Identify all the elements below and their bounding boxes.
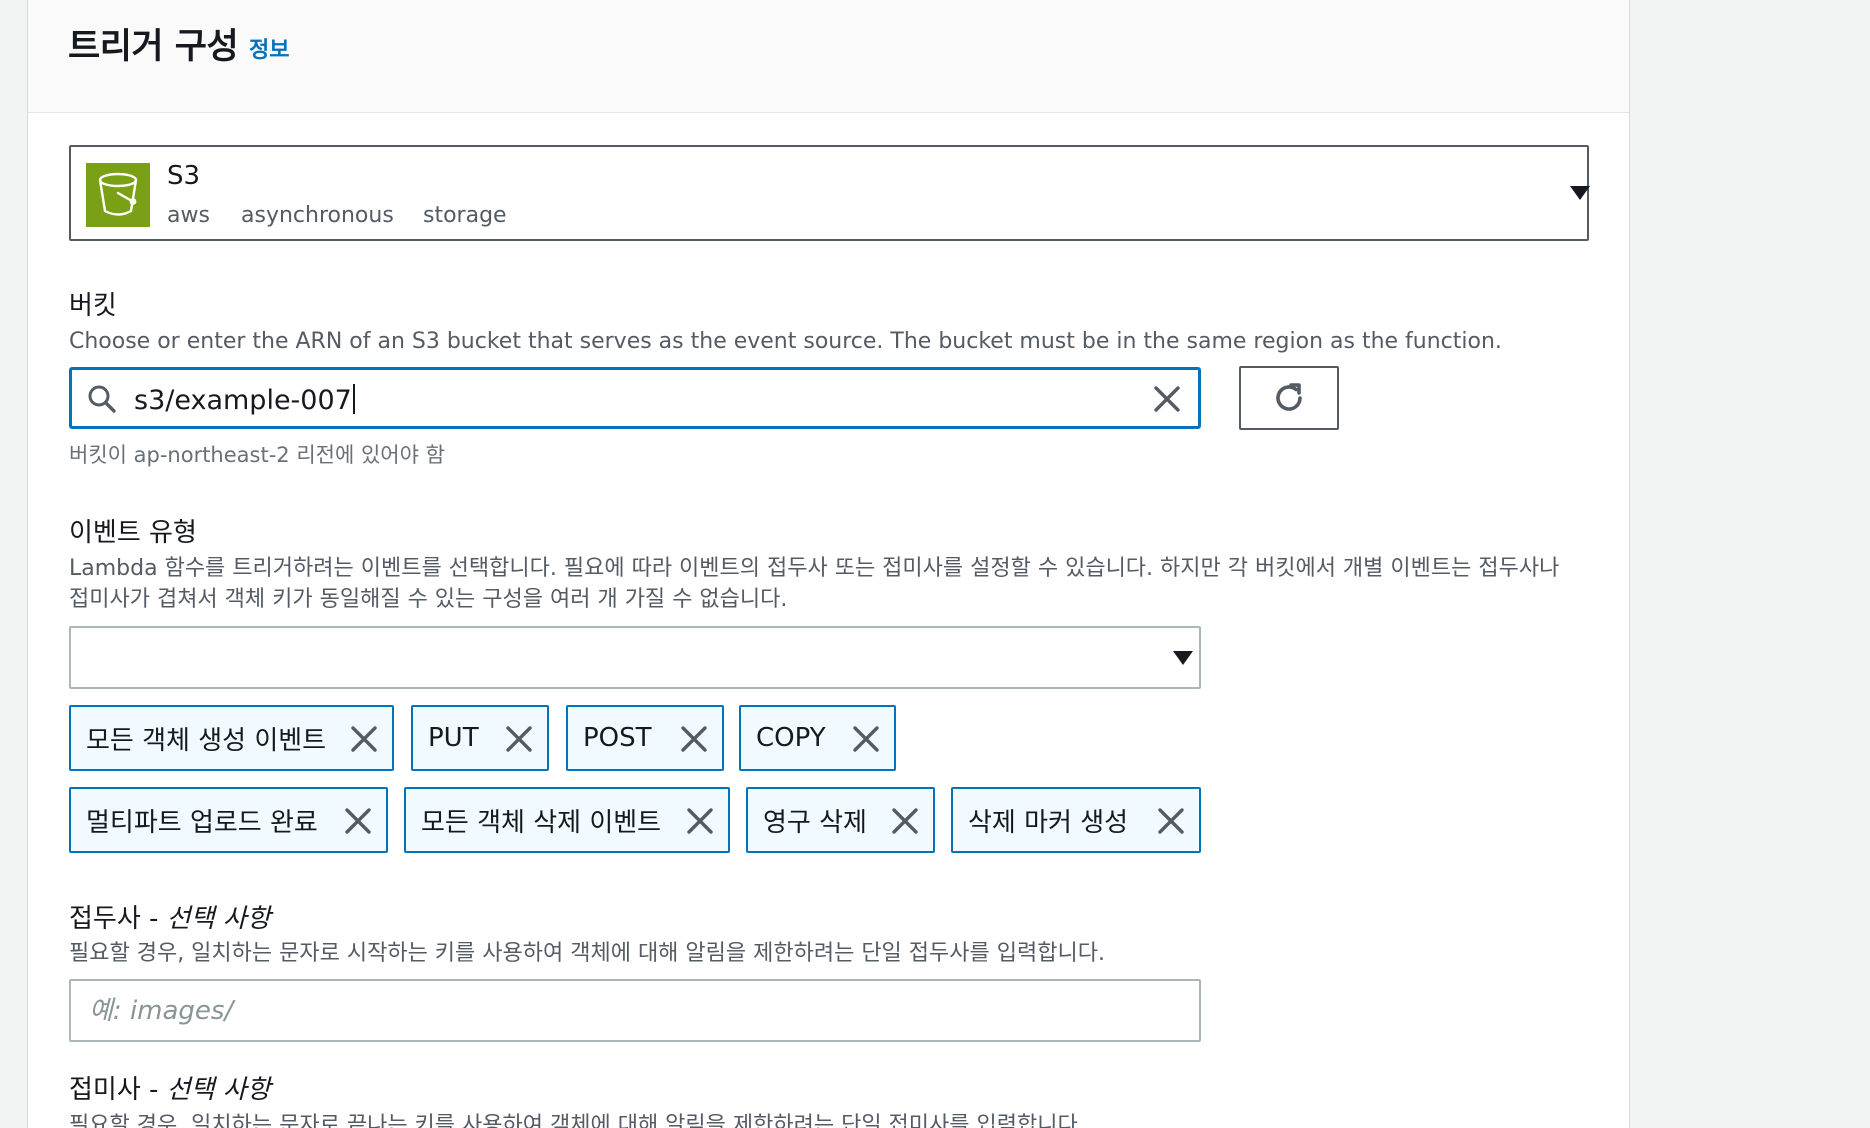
event-token-label: COPY [756,723,826,753]
event-token: POST [566,705,724,771]
service-tag: asynchronous [241,203,394,228]
prefix-label-text: 접두사 - [69,904,167,934]
remove-token-icon[interactable] [891,807,919,835]
event-type-select[interactable] [69,626,1201,689]
service-name: S3 [167,161,201,191]
event-type-description: 접미사가 겹쳐서 객체 키가 동일해질 수 있는 구성을 여러 개 가질 수 없… [69,587,788,612]
suffix-optional-text: 선택 사항 [166,1075,271,1105]
event-token-label: PUT [428,723,479,753]
refresh-button[interactable] [1239,366,1339,430]
s3-bucket-icon [86,163,150,227]
prefix-description: 필요할 경우, 일치하는 문자로 시작하는 키를 사용하여 객체에 대해 알림을… [69,941,1105,966]
search-icon [88,385,116,413]
bucket-description: Choose or enter the ARN of an S3 bucket … [69,329,1502,354]
event-token-label: 모든 객체 생성 이벤트 [86,725,327,756]
remove-token-icon[interactable] [505,725,533,753]
bucket-region-hint: 버킷이 ap-northeast-2 리전에 있어야 함 [69,443,445,467]
service-tag: storage [423,203,507,228]
event-token: COPY [739,705,896,771]
event-token: 모든 객체 삭제 이벤트 [404,787,730,853]
caret-down-icon [1173,651,1193,665]
clear-icon[interactable] [1152,384,1182,414]
suffix-description: 필요할 경우, 일치하는 문자로 끝나는 키를 사용하여 객체에 대해 알림을 … [69,1113,1085,1128]
event-token-label: 영구 삭제 [763,807,867,838]
trigger-config-panel: 트리거 구성 정보 S3 aws asynchronous storage 버킷… [27,0,1630,1128]
remove-token-icon[interactable] [344,807,372,835]
event-type-label: 이벤트 유형 [69,518,197,548]
remove-token-icon[interactable] [686,807,714,835]
text-cursor [352,384,355,414]
prefix-input[interactable] [69,979,1201,1042]
event-token-label: 멀티파트 업로드 완료 [86,807,318,838]
event-token-label: 삭제 마커 생성 [968,807,1129,838]
suffix-label: 접미사 - 선택 사항 [69,1069,271,1106]
service-tag: aws [167,203,210,228]
remove-token-icon[interactable] [350,725,378,753]
event-token-label: POST [583,723,652,753]
event-token: 삭제 마커 생성 [951,787,1201,853]
remove-token-icon[interactable] [852,725,880,753]
event-token: 멀티파트 업로드 완료 [69,787,388,853]
prefix-label: 접두사 - 선택 사항 [69,898,271,935]
page-title: 트리거 구성 [68,27,239,67]
remove-token-icon[interactable] [680,725,708,753]
caret-down-icon [1570,186,1590,200]
suffix-label-text: 접미사 - [69,1075,167,1105]
bucket-search-input[interactable]: s3/example-007 [69,367,1201,429]
panel-header: 트리거 구성 정보 [28,0,1629,113]
event-token: PUT [411,705,549,771]
refresh-icon [1276,383,1302,411]
bucket-value: s3/example-007 [134,385,352,416]
event-token: 영구 삭제 [746,787,935,853]
event-type-description: Lambda 함수를 트리거하려는 이벤트를 선택합니다. 필요에 따라 이벤트… [69,556,1560,581]
event-token-label: 모든 객체 삭제 이벤트 [421,807,662,838]
event-token: 모든 객체 생성 이벤트 [69,705,394,771]
bucket-label: 버킷 [69,291,117,321]
remove-token-icon[interactable] [1157,807,1185,835]
prefix-optional-text: 선택 사항 [166,904,271,934]
trigger-source-select[interactable]: S3 aws asynchronous storage [69,145,1590,241]
info-link[interactable]: 정보 [249,32,289,64]
